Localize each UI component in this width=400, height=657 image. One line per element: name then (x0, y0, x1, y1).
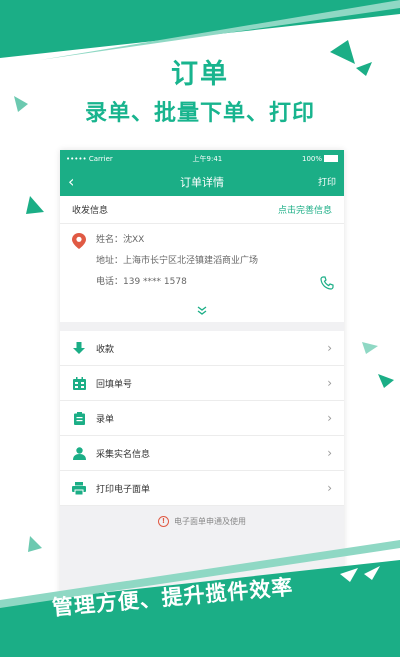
menu-item-label: 采集实名信息 (96, 449, 151, 460)
receiver-name: 姓名：沈XX (96, 235, 145, 245)
receiver-phone: 电话：139 **** 1578 (96, 277, 187, 287)
page-subtitle: 录单、批量下单、打印 (84, 101, 315, 126)
chevron-right-icon: › (327, 481, 332, 495)
menu-item-payment[interactable]: 收款 › (60, 331, 344, 366)
carrier-label: ••••• Carrier (66, 154, 113, 163)
waybill-notice[interactable]: ! 电子面单申通及使用 (60, 506, 344, 527)
payment-download-icon (72, 341, 86, 355)
phone-mockup: ••••• Carrier 上午9:41 100% ‹ 订单详情 打印 收发信息… (60, 150, 344, 608)
shipping-info-title: 收发信息 (72, 206, 109, 216)
shipping-info-card: 收发信息 点击完善信息 姓名：沈XX 地址：上海市长宁区北泾镇建滔商业广场 电话… (60, 196, 344, 322)
menu-item-label: 录单 (96, 414, 115, 425)
clipboard-icon (72, 411, 86, 425)
menu-item-print-waybill[interactable]: 打印电子面单 › (60, 471, 344, 506)
menu-item-label: 打印电子面单 (96, 484, 151, 495)
battery-label: 100% (301, 154, 322, 163)
warning-icon: ! (158, 516, 169, 527)
chevron-left-icon[interactable]: ‹ (68, 173, 74, 190)
print-button[interactable]: 打印 (318, 175, 336, 188)
section-gap (60, 322, 344, 331)
phone-call-icon[interactable] (320, 276, 334, 290)
complete-info-link[interactable]: 点击完善信息 (278, 203, 332, 216)
status-bar: ••••• Carrier 上午9:41 100% (60, 150, 344, 167)
expand-icon[interactable] (60, 306, 344, 318)
location-pin-icon (72, 233, 86, 249)
menu-item-collect-id[interactable]: 采集实名信息 › (60, 436, 344, 471)
menu-item-label: 收款 (96, 344, 115, 355)
page-title: 订单 (171, 59, 229, 90)
printer-icon (72, 481, 86, 495)
shipping-info-body: 姓名：沈XX 地址：上海市长宁区北泾镇建滔商业广场 电话：139 **** 15… (60, 224, 344, 322)
order-action-menu: 收款 › 回填单号 › 录单 › 采集实名信息 › 打印电子面单 › (60, 331, 344, 506)
menu-item-label: 回填单号 (96, 379, 133, 390)
chevron-right-icon: › (327, 341, 332, 355)
battery-icon (324, 155, 338, 162)
nav-bar: ‹ 订单详情 打印 (60, 167, 344, 196)
receiver-address: 地址：上海市长宁区北泾镇建滔商业广场 (96, 256, 259, 266)
promo-screen: 订单 录单、批量下单、打印 ••••• Carrier 上午9:41 100% … (0, 0, 400, 657)
status-time: 上午9:41 (192, 154, 223, 163)
chevron-right-icon: › (327, 411, 332, 425)
menu-item-record-order[interactable]: 录单 › (60, 401, 344, 436)
battery-indicator: 100% (302, 155, 338, 163)
notice-text: 电子面单申通及使用 (174, 517, 246, 526)
menu-item-fill-tracking[interactable]: 回填单号 › (60, 366, 344, 401)
nav-title: 订单详情 (180, 175, 224, 189)
user-icon (72, 446, 86, 460)
chevron-right-icon: › (327, 446, 332, 460)
calendar-icon (72, 376, 86, 390)
shipping-info-header: 收发信息 点击完善信息 (60, 196, 344, 224)
chevron-right-icon: › (327, 376, 332, 390)
